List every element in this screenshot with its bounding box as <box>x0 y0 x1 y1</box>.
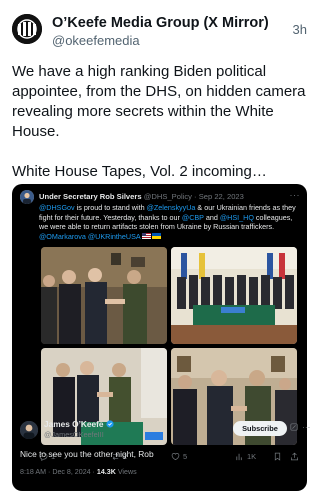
heart-icon <box>171 452 180 461</box>
separator-dot: · <box>194 192 197 201</box>
more-options-icon[interactable]: ··· <box>302 423 310 432</box>
reply-author-name[interactable]: James O’Keefe <box>44 419 104 429</box>
person-avatar-icon <box>20 190 34 204</box>
verified-badge-icon <box>106 420 114 428</box>
repost-icon <box>112 453 119 460</box>
post-header: O’Keefe Media Group (X Mirror) @okeefeme… <box>12 14 307 50</box>
ukraine-flag-icon <box>151 233 161 240</box>
analytics-icon <box>236 453 242 461</box>
reply-avatar[interactable] <box>20 421 38 439</box>
like-action[interactable]: 5 <box>171 452 187 461</box>
us-flag-icon <box>141 233 151 240</box>
share-icon <box>290 452 299 461</box>
mention-omarkarova[interactable]: @OMarkarova <box>39 232 86 241</box>
photo-handshake-1[interactable] <box>41 247 167 344</box>
post-text: We have a high ranking Biden political a… <box>12 62 307 182</box>
embedded-screenshot[interactable]: Under Secretary Rob Silvers @DHS_Policy … <box>12 184 307 491</box>
reply-count: 1 <box>51 452 56 461</box>
mention-ukrintheusa[interactable]: @UKRintheUSA <box>88 232 141 241</box>
user-handle[interactable]: @okeefemedia <box>52 32 269 49</box>
text-fragment: is proud to stand with <box>74 203 147 212</box>
more-options-icon[interactable]: ··· <box>290 190 301 200</box>
bookmark-action[interactable] <box>273 452 282 461</box>
repost-action[interactable]: 2 <box>111 452 127 461</box>
mention-hsi-hq[interactable]: @HSI_HQ <box>220 213 254 222</box>
photo-conference-room[interactable] <box>171 247 297 344</box>
grok-icon[interactable] <box>290 423 298 431</box>
text-fragment: and <box>203 212 220 222</box>
profile-avatar[interactable] <box>12 14 42 44</box>
omg-logo-icon <box>12 14 42 44</box>
view-count: 1K <box>247 452 257 461</box>
mention-zelenskyyua[interactable]: @ZelenskyyUa <box>147 203 196 212</box>
person-avatar-icon <box>20 421 38 439</box>
display-name[interactable]: O’Keefe Media Group (X Mirror) <box>52 14 269 32</box>
quoted-actions-bar: 1 2 5 1K <box>39 452 299 466</box>
post-time[interactable]: 3h <box>293 22 307 37</box>
views-action[interactable]: 1K <box>235 452 256 461</box>
quoted-avatar[interactable] <box>20 190 34 204</box>
reply-header: James O’Keefe @JamesOKeefeIII Subscribe … <box>20 419 310 443</box>
quoted-author-name[interactable]: Under Secretary Rob Silvers <box>39 192 142 201</box>
reply-author-handle[interactable]: @JamesOKeefeIII <box>44 430 114 440</box>
repost-count: 2 <box>123 452 128 461</box>
post-text-line-1: We have a high ranking Biden political a… <box>12 63 306 140</box>
quoted-post-text: @DHSGov is proud to stand with @Zelensky… <box>39 203 297 241</box>
mention-cbp[interactable]: @CBP <box>182 213 204 222</box>
like-count: 5 <box>183 452 188 461</box>
share-action[interactable] <box>290 452 299 461</box>
photo-image <box>171 247 297 344</box>
photo-image <box>41 247 167 344</box>
media-grid <box>41 247 297 445</box>
quoted-author-handle[interactable]: @DHS_Policy <box>144 192 192 201</box>
post-text-line-2: White House Tapes, Vol. 2 incoming… <box>12 163 267 180</box>
quoted-date[interactable]: Sep 22, 2023 <box>199 192 244 201</box>
reply-icon <box>39 452 48 461</box>
reply-action[interactable]: 1 <box>39 452 55 461</box>
mention-dhsgov[interactable]: @DHSGov <box>39 203 75 212</box>
bookmark-icon <box>274 452 281 461</box>
subscribe-button[interactable]: Subscribe <box>233 421 287 436</box>
